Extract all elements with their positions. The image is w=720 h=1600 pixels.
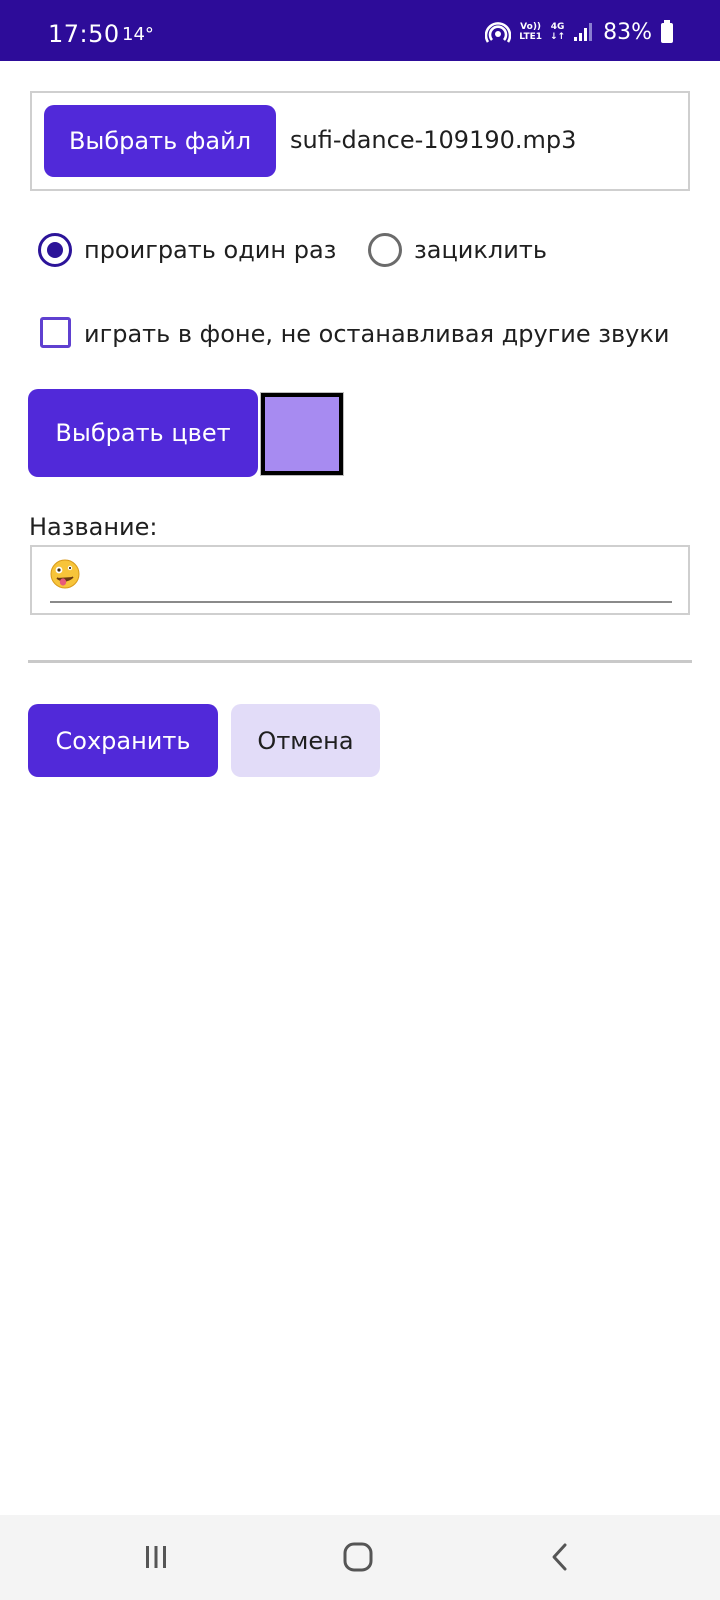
network-type-indicator: 4G ↓↑ [550, 22, 566, 42]
section-divider [28, 660, 692, 663]
radio-play-once-label[interactable]: проиграть один раз [84, 236, 336, 264]
battery-icon [660, 20, 674, 44]
choose-color-button[interactable]: Выбрать цвет [28, 389, 258, 477]
battery-percent: 83% [603, 19, 652, 45]
background-play-label[interactable]: играть в фоне, не останавливая другие зв… [84, 320, 669, 348]
choose-file-button[interactable]: Выбрать файл [44, 105, 276, 177]
radio-play-once[interactable] [38, 233, 72, 267]
color-swatch[interactable] [260, 392, 344, 476]
system-nav-bar [0, 1515, 720, 1600]
signal-icon [573, 22, 595, 42]
home-icon[interactable] [338, 1539, 378, 1575]
volte-indicator: Vo)) LTE1 [519, 22, 542, 42]
back-icon[interactable] [540, 1539, 580, 1575]
save-button[interactable]: Сохранить [28, 704, 218, 777]
status-temperature: 14° [122, 24, 154, 45]
cancel-button[interactable]: Отмена [231, 704, 380, 777]
status-time: 17:50 [48, 20, 120, 48]
radio-loop-label[interactable]: зациклить [414, 236, 547, 264]
status-icons: Vo)) LTE1 4G ↓↑ 83% [485, 18, 674, 46]
hotspot-icon [485, 20, 512, 44]
radio-loop[interactable] [368, 233, 402, 267]
background-play-checkbox[interactable] [40, 317, 71, 348]
status-bar: 17:50 14° Vo)) LTE1 4G ↓↑ 83% [0, 0, 720, 61]
selected-file-name: sufi-dance-109190.mp3 [290, 126, 577, 154]
name-label: Название: [29, 513, 158, 541]
name-field-box [30, 545, 690, 615]
file-picker-box: Выбрать файл sufi-dance-109190.mp3 [30, 91, 690, 191]
name-input[interactable] [50, 557, 672, 603]
zany-face-emoji [50, 558, 80, 602]
recent-apps-icon[interactable] [136, 1539, 176, 1575]
